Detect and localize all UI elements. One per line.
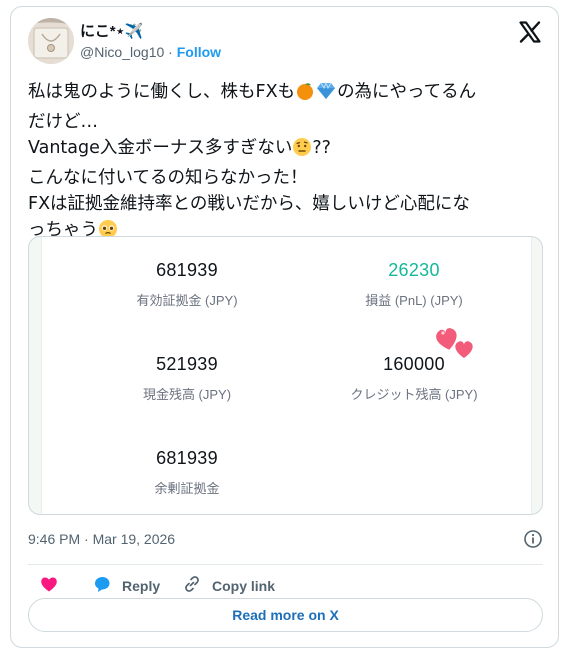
metric-label: 損益 (PnL) (JPY) (365, 293, 463, 308)
handle-row: @Nico_log10 · Follow (80, 44, 221, 60)
raised-eyebrow-face-emoji-icon (292, 137, 312, 165)
tweet-media-image[interactable]: 681939 有効証拠金 (JPY) 26230 損益 (PnL) (JPY) … (28, 236, 543, 515)
gem-emoji-icon (315, 81, 337, 109)
tweet-line-1a: 私は鬼のように働くし、株もFXも (28, 82, 296, 102)
separator: · (168, 44, 173, 60)
reply-bubble-icon (92, 574, 112, 597)
read-more-button[interactable]: Read more on X (28, 598, 543, 632)
display-name[interactable]: にこ*⋆✈️ (80, 20, 144, 41)
metric-cash-balance: 521939 現金残高 (JPY) (87, 354, 287, 403)
avatar[interactable] (28, 18, 74, 64)
tweet-line-2: だけど… (28, 112, 98, 132)
follow-button[interactable]: Follow (177, 44, 221, 60)
tweet-line-3b: ?? (312, 138, 331, 158)
divider (28, 564, 543, 565)
account-summary-panel: 681939 有効証拠金 (JPY) 26230 損益 (PnL) (JPY) … (41, 237, 532, 514)
reply-label: Reply (122, 577, 161, 594)
metric-value: 521939 (156, 354, 218, 374)
metric-label: 現金残高 (JPY) (142, 387, 232, 402)
metric-equity: 681939 有効証拠金 (JPY) (87, 260, 287, 309)
metric-pnl: 26230 損益 (PnL) (JPY) (314, 260, 514, 309)
like-button[interactable] (39, 574, 59, 597)
copy-link-label: Copy link (212, 577, 276, 594)
metric-free-margin: 681939 余剰証拠金 (87, 448, 287, 497)
timestamp[interactable]: 9:46 PM · Mar 19, 2026 (28, 531, 175, 547)
tweet-line-4: こんなに付いてるの知らなかった！ (28, 168, 308, 188)
two-hearts-sticker-icon (434, 322, 478, 367)
tweet-line-1b: の為にやってるん (337, 82, 477, 102)
metric-label: 有効証拠金 (JPY) (136, 293, 238, 308)
heart-icon (39, 574, 59, 597)
metric-value: 26230 (388, 260, 440, 280)
x-logo-icon[interactable] (518, 20, 542, 44)
handle[interactable]: @Nico_log10 (80, 44, 164, 60)
copy-link-button[interactable]: Copy link (182, 574, 275, 597)
tweet-text: 私は鬼のように働くし、株もFXも の為にやってるん だけど… Vantage入金ボ… (28, 79, 548, 247)
metric-value: 160000 (383, 354, 445, 374)
metric-value: 681939 (156, 260, 218, 280)
tweet-card: にこ*⋆✈️ @Nico_log10 · Follow 私は鬼のように働くし、株… (10, 6, 559, 648)
tweet-line-3a: Vantage入金ボーナス多すぎない (28, 138, 293, 158)
metric-label: 余剰証拠金 (154, 481, 220, 496)
reply-button[interactable]: Reply (92, 574, 160, 597)
link-icon (182, 574, 202, 597)
metric-value: 681939 (156, 448, 218, 468)
info-icon[interactable] (523, 529, 543, 549)
tangerine-emoji-icon (295, 81, 315, 109)
metric-credit-balance: 160000 クレジット残高 (JPY) (314, 354, 514, 403)
metric-label: クレジット残高 (JPY) (350, 387, 478, 402)
tweet-line-5: FXは証拠金維持率との戦いだから、嬉しいけど心配にな (28, 194, 470, 214)
